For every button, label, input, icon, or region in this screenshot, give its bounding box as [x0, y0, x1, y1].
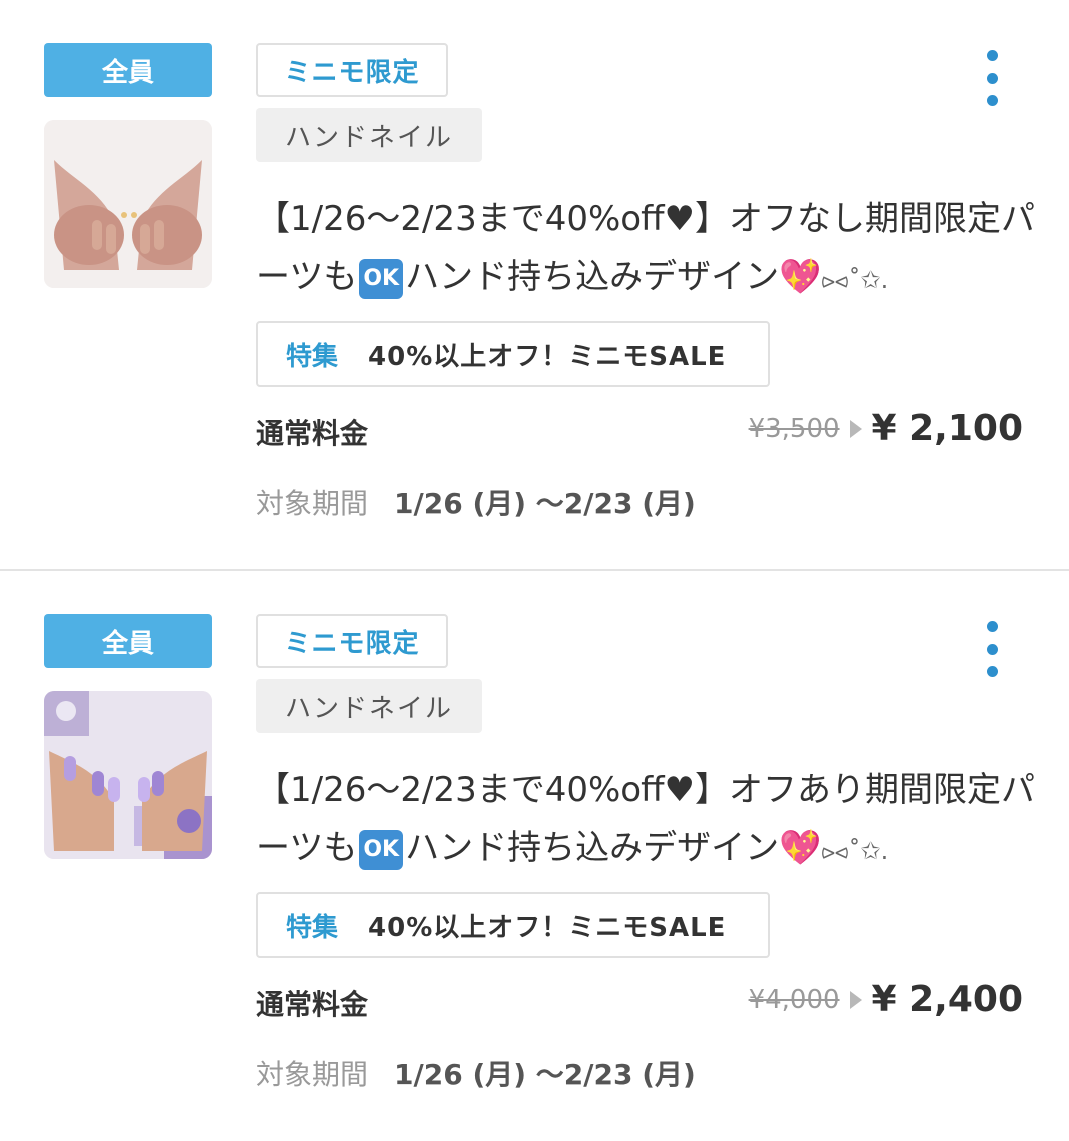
coupon-card[interactable]: 全員 ミニモ限定 ハンドネイル 【1/26～2/23まで40%off♥】オフあり… — [0, 571, 1069, 1141]
feature-banner[interactable]: 特集 40%以上オフ！ミニモSALE — [256, 892, 770, 958]
menu-dot — [986, 50, 998, 61]
period-value: 1/26 (月) ～2/23 (月) — [394, 487, 696, 520]
audience-badge: 全員 — [44, 43, 212, 97]
coupon-title[interactable]: 【1/26～2/23まで40%off♥】オフなし期間限定パーツも OK ハンド持ち込… — [256, 190, 1036, 309]
period-value: 1/26 (月) ～2/23 (月) — [394, 1058, 696, 1091]
title-text: 【1/26～2/23まで40%off — [256, 770, 665, 810]
minimo-limited-tag: ミニモ限定 — [256, 614, 448, 668]
black-heart-emoji: ♥ — [664, 770, 695, 810]
title-decoration: ⪧⪦˚✩. — [821, 266, 889, 294]
title-decoration: ⪧⪦˚✩. — [821, 837, 889, 865]
sparkling-heart-emoji: 💖 — [779, 828, 822, 868]
nail-photo-image — [44, 120, 212, 288]
original-price: ¥4,000 — [748, 984, 840, 1015]
sparkling-heart-emoji: 💖 — [779, 257, 822, 297]
discount-price: ¥ 2,100 — [871, 408, 1023, 449]
original-price: ¥3,500 — [748, 413, 840, 444]
price-area: ¥4,000 ¥ 2,400 — [749, 979, 1023, 1020]
ok-emoji-icon: OK — [359, 258, 404, 299]
more-vertical-icon[interactable] — [976, 50, 1008, 106]
feature-banner[interactable]: 特集 40%以上オフ！ミニモSALE — [256, 321, 770, 387]
period-label: 対象期間 — [256, 1058, 369, 1091]
coupon-title[interactable]: 【1/26～2/23まで40%off♥】オフあり期間限定パーツも OK ハンド持ち込… — [256, 761, 1036, 880]
period-label: 対象期間 — [256, 487, 369, 520]
audience-badge: 全員 — [44, 614, 212, 668]
nail-photo-thumbnail[interactable] — [44, 691, 212, 859]
nail-photo-image — [44, 691, 212, 859]
ok-emoji-icon: OK — [359, 829, 404, 870]
minimo-limited-tag: ミニモ限定 — [256, 43, 448, 97]
feature-text: 40%以上オフ！ミニモSALE — [368, 341, 727, 372]
category-tag: ハンドネイル — [256, 679, 482, 733]
title-text: ハンド持ち込みデザイン — [405, 828, 780, 868]
black-heart-emoji: ♥ — [664, 199, 695, 239]
regular-price-label: 通常料金 — [256, 988, 369, 1021]
menu-dot — [986, 72, 998, 84]
menu-dot — [986, 643, 998, 655]
menu-dot — [986, 95, 998, 106]
feature-text: 40%以上オフ！ミニモSALE — [368, 912, 727, 943]
menu-dot — [986, 666, 998, 677]
feature-label: 特集 — [286, 912, 339, 943]
nail-photo-thumbnail[interactable] — [44, 120, 212, 288]
discount-price: ¥ 2,400 — [871, 979, 1023, 1020]
menu-dot — [986, 621, 998, 632]
title-text: ハンド持ち込みデザイン — [405, 257, 780, 297]
valid-period: 対象期間 1/26 (月) ～2/23 (月) — [256, 1053, 696, 1093]
price-area: ¥3,500 ¥ 2,100 — [749, 408, 1023, 449]
more-vertical-icon[interactable] — [976, 621, 1008, 677]
title-text: 【1/26～2/23まで40%off — [256, 199, 665, 239]
valid-period: 対象期間 1/26 (月) ～2/23 (月) — [256, 482, 696, 522]
feature-label: 特集 — [286, 341, 339, 372]
category-tag: ハンドネイル — [256, 108, 482, 162]
regular-price-label: 通常料金 — [256, 417, 369, 450]
triangle-right-icon — [849, 419, 862, 438]
coupon-card[interactable]: 全員 ミニモ限定 ハンドネイル 【1/26～2/23まで40%off♥】オフなし… — [0, 0, 1069, 570]
triangle-right-icon — [849, 990, 862, 1009]
